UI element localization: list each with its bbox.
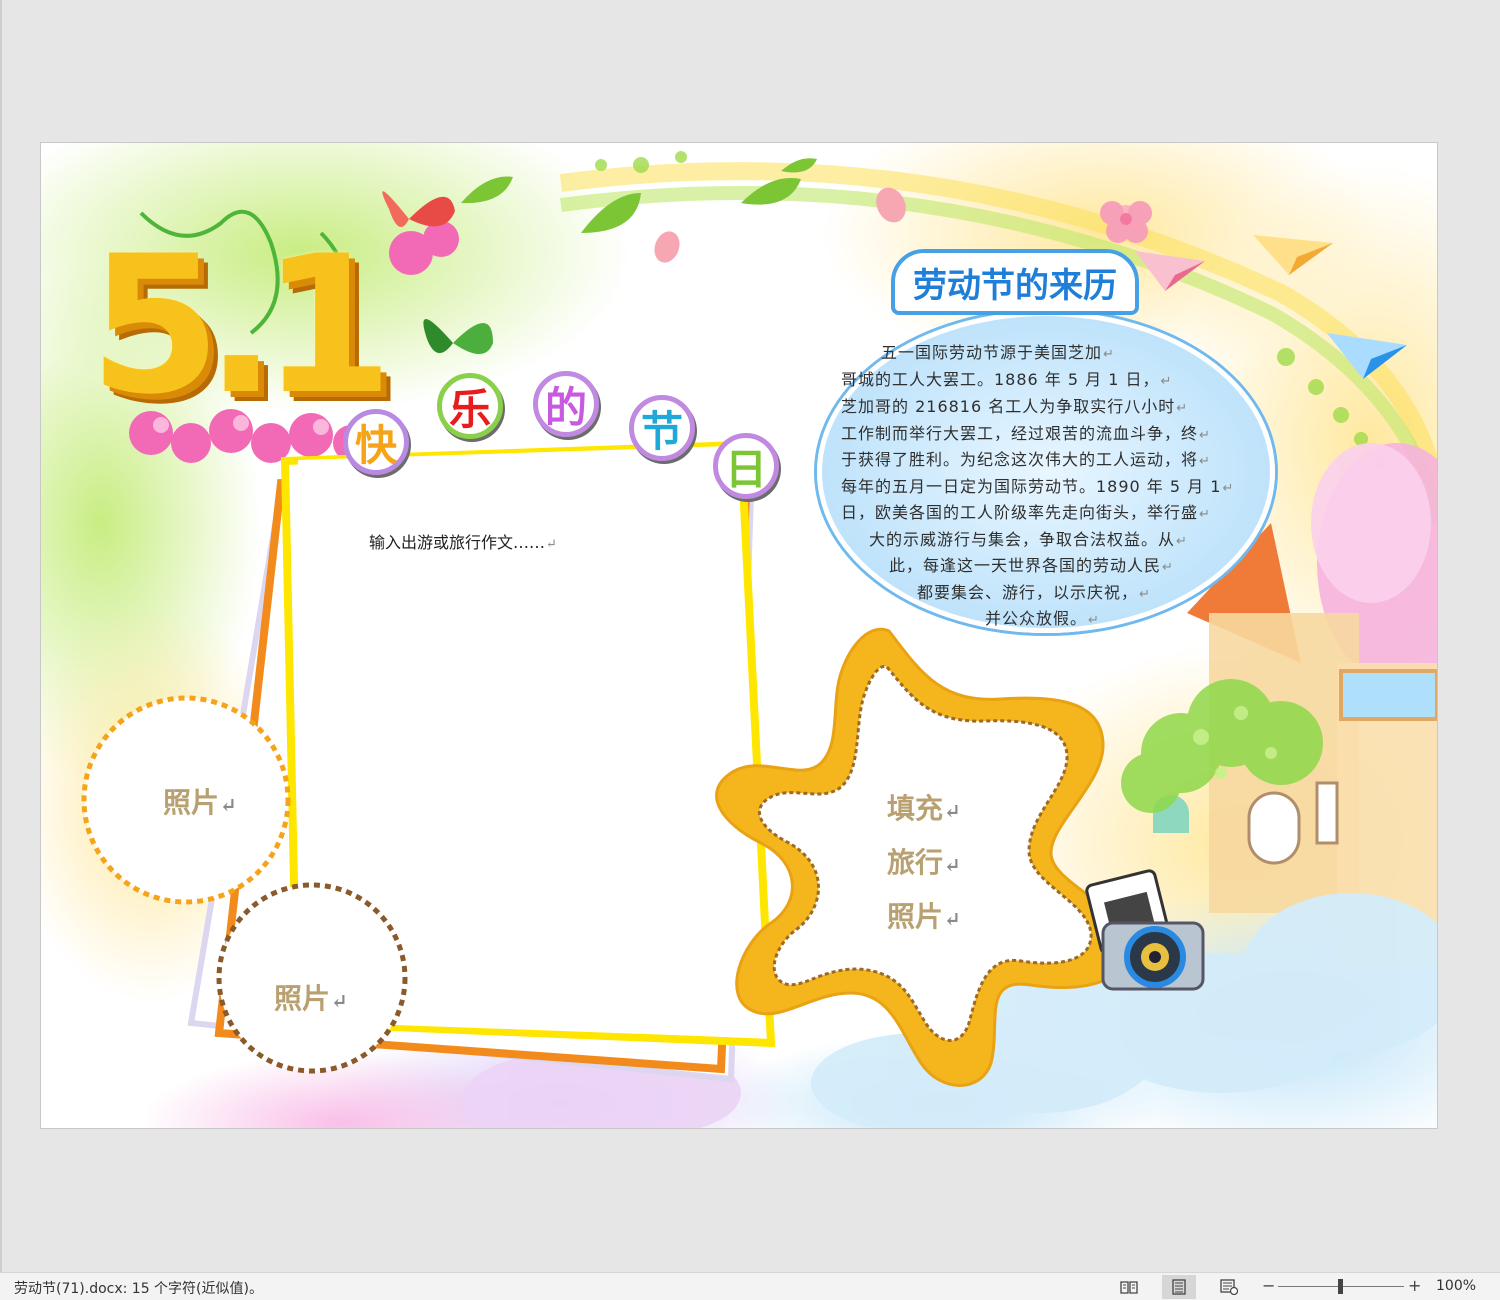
essay-prompt-text: 输入出游或旅行作文…… — [369, 533, 546, 552]
document-page[interactable]: 5.1 快 乐 的 节 日 劳动节的来历 五一国际劳动节源于美国芝加↵ 哥城的工… — [40, 142, 1438, 1129]
return-mark-icon: ↵ — [944, 799, 961, 823]
flower-line-2-text: 旅行 — [887, 846, 944, 879]
zoom-slider-thumb[interactable] — [1338, 1279, 1343, 1294]
history-line-1[interactable]: 五一国际劳动节源于美国芝加↵ — [881, 339, 1115, 363]
zoom-in-button[interactable]: + — [1408, 1276, 1421, 1295]
history-line-8[interactable]: 大的示威游行与集会，争取合法权益。从↵ — [869, 526, 1188, 550]
title-char-4: 节 — [629, 395, 695, 461]
return-mark-icon: ↵ — [1199, 507, 1211, 522]
photo-left-top-text: 照片 — [163, 786, 220, 819]
status-bar: 劳动节(71).docx: 15 个字符(近似值)。 − + 100% — [0, 1272, 1500, 1300]
title-char-2: 乐 — [437, 373, 503, 439]
return-mark-icon: ↵ — [1176, 534, 1188, 549]
return-mark-icon: ↵ — [1162, 560, 1174, 575]
title-char-5: 日 — [713, 433, 779, 499]
return-mark-icon: ↵ — [944, 853, 961, 877]
web-layout-icon — [1220, 1279, 1238, 1295]
return-mark-icon: ↵ — [1222, 481, 1235, 496]
history-line-2-text: 哥城的工人大罢工。1886 年 5 月 1 日， — [841, 370, 1160, 389]
flower-line-3[interactable]: 照片↵ — [887, 895, 961, 935]
workspace-left-edge — [0, 0, 2, 1272]
read-mode-icon — [1120, 1281, 1138, 1294]
return-mark-icon: ↵ — [1199, 428, 1211, 443]
flower-line-1-text: 填充 — [887, 792, 944, 825]
print-layout-icon — [1172, 1279, 1186, 1295]
return-mark-icon: ↵ — [1088, 613, 1100, 628]
photo-left-bottom[interactable]: 照片↵ — [274, 977, 348, 1017]
flower-line-3-text: 照片 — [887, 900, 944, 933]
history-line-3-text: 芝加哥的 216816 名工人为争取实行八小时 — [841, 397, 1176, 416]
history-line-3[interactable]: 芝加哥的 216816 名工人为争取实行八小时↵ — [841, 393, 1188, 417]
return-mark-icon: ↵ — [1139, 587, 1151, 602]
zoom-out-button[interactable]: − — [1262, 1276, 1275, 1295]
history-line-1-text: 五一国际劳动节源于美国芝加 — [881, 343, 1103, 362]
flower-line-2[interactable]: 旅行↵ — [887, 841, 961, 881]
history-line-4-text: 工作制而举行大罢工，经过艰苦的流血斗争，终 — [841, 424, 1199, 443]
history-line-11-text: 并公众放假。 — [985, 609, 1088, 628]
flower-line-1[interactable]: 填充↵ — [887, 787, 961, 827]
zoom-percent[interactable]: 100% — [1436, 1278, 1476, 1294]
history-line-7-text: 日，欧美各国的工人阶级率先走向街头，举行盛 — [841, 503, 1199, 522]
return-mark-icon: ↵ — [331, 989, 348, 1013]
title-char-3: 的 — [533, 371, 599, 437]
history-line-9[interactable]: 此，每逢这一天世界各国的劳动人民↵ — [889, 552, 1174, 576]
history-line-6[interactable]: 每年的五月一日定为国际劳动节。1890 年 5 月 1↵ — [841, 473, 1234, 497]
history-title[interactable]: 劳动节的来历 — [891, 249, 1139, 315]
document-word-count[interactable]: 劳动节(71).docx: 15 个字符(近似值)。 — [14, 1278, 263, 1298]
read-mode-button[interactable] — [1112, 1275, 1146, 1299]
big-51-graphic: 5.1 — [89, 215, 394, 436]
history-line-11[interactable]: 并公众放假。↵ — [985, 605, 1100, 629]
photo-left-top[interactable]: 照片↵ — [163, 781, 237, 821]
photo-left-bottom-text: 照片 — [274, 982, 331, 1015]
essay-prompt[interactable]: 输入出游或旅行作文……↵ — [369, 529, 557, 553]
history-line-5[interactable]: 于获得了胜利。为纪念这次伟大的工人运动，将↵ — [841, 446, 1211, 470]
history-line-7[interactable]: 日，欧美各国的工人阶级率先走向街头，举行盛↵ — [841, 499, 1211, 523]
return-mark-icon: ↵ — [1199, 454, 1211, 469]
history-line-2[interactable]: 哥城的工人大罢工。1886 年 5 月 1 日，↵ — [841, 366, 1172, 390]
history-line-9-text: 此，每逢这一天世界各国的劳动人民 — [889, 556, 1162, 575]
web-layout-button[interactable] — [1212, 1275, 1246, 1299]
history-line-4[interactable]: 工作制而举行大罢工，经过艰苦的流血斗争，终↵ — [841, 420, 1211, 444]
title-char-1: 快 — [343, 409, 409, 475]
return-mark-icon: ↵ — [1176, 401, 1189, 416]
return-mark-icon: ↵ — [1103, 347, 1115, 362]
return-mark-icon: ↵ — [220, 793, 237, 817]
history-line-8-text: 大的示威游行与集会，争取合法权益。从 — [869, 530, 1176, 549]
return-mark-icon: ↵ — [944, 907, 961, 931]
history-line-5-text: 于获得了胜利。为纪念这次伟大的工人运动，将 — [841, 450, 1199, 469]
return-mark-icon: ↵ — [546, 537, 557, 552]
history-line-10[interactable]: 都要集会、游行，以示庆祝，↵ — [917, 579, 1151, 603]
history-line-6-text: 每年的五月一日定为国际劳动节。1890 年 5 月 1 — [841, 477, 1222, 496]
print-layout-button[interactable] — [1162, 1275, 1196, 1299]
return-mark-icon: ↵ — [1160, 374, 1173, 389]
history-line-10-text: 都要集会、游行，以示庆祝， — [917, 583, 1139, 602]
